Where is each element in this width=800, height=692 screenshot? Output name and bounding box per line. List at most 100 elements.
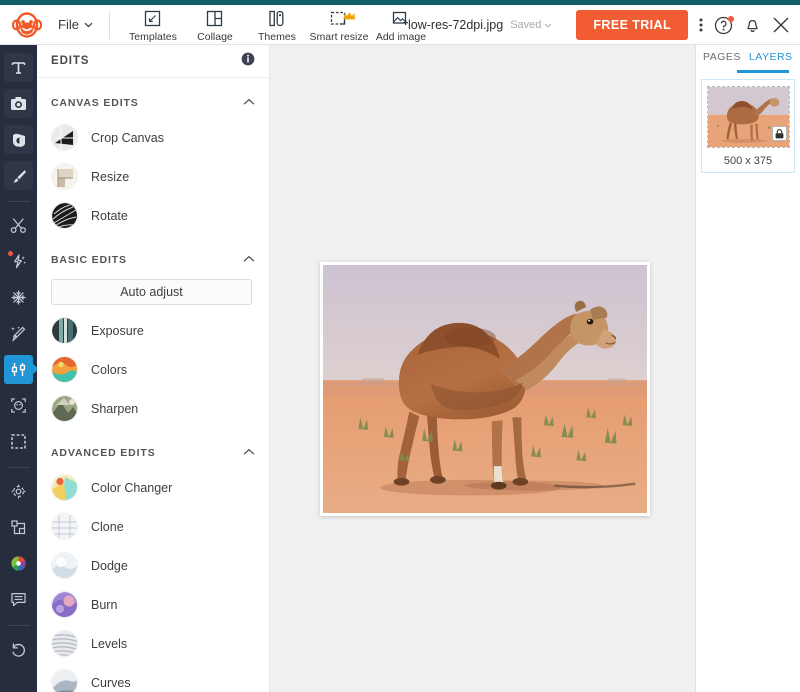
section-title: BASIC EDITS	[51, 254, 127, 266]
document-filename[interactable]: low-res-72dpi.jpg	[408, 18, 503, 32]
rail-item-transform-tool[interactable]	[4, 513, 33, 542]
rail-divider-3	[7, 625, 30, 626]
templates-label: Templates	[129, 31, 177, 43]
save-status-menu[interactable]: Saved	[510, 19, 552, 31]
resize-thumb	[51, 163, 78, 190]
smart-resize-icon	[330, 9, 347, 28]
effects-notification-dot	[8, 251, 13, 256]
undo-icon	[10, 641, 27, 658]
rail-item-photos-tool[interactable]	[4, 89, 33, 118]
top-tool-group: Templates Collage	[124, 7, 430, 43]
color-changer-thumb	[51, 474, 78, 501]
picmonkey-editor-window: File Templates	[0, 0, 800, 692]
left-tool-rail	[0, 45, 37, 692]
comment-icon	[10, 591, 27, 608]
rail-item-frames-tool[interactable]	[4, 427, 33, 456]
sharpen-thumb	[51, 395, 78, 422]
list-item[interactable]: 500 x 375	[701, 79, 795, 173]
edit-item-clone[interactable]: Clone	[37, 507, 269, 546]
layers-panel: PAGES LAYERS ✕	[695, 45, 800, 692]
edit-item-sharpen[interactable]: Sharpen	[37, 389, 269, 428]
rail-item-smart-select-tool[interactable]	[4, 391, 33, 420]
help-notification-dot	[728, 16, 734, 22]
edit-item-label: Exposure	[91, 324, 144, 338]
rail-item-undo-history-tool[interactable]	[4, 635, 33, 664]
edit-item-exposure[interactable]: Exposure	[37, 311, 269, 350]
gear-target-icon	[10, 483, 27, 500]
edits-panel: EDITS CANVAS EDITS	[37, 45, 270, 692]
canvas-frame[interactable]	[320, 262, 650, 516]
edits-panel-scrollbar[interactable]	[264, 79, 269, 691]
collage-icon	[206, 9, 223, 28]
info-icon[interactable]	[241, 52, 255, 71]
color-wheel-icon	[10, 555, 27, 572]
tab-layers[interactable]: LAYERS	[749, 51, 793, 65]
camel-desert-photo[interactable]	[323, 265, 647, 513]
layers-panel-tabs: PAGES LAYERS ✕	[696, 45, 800, 70]
auto-adjust-button[interactable]: Auto adjust	[51, 279, 252, 305]
edit-item-label: Crop Canvas	[91, 131, 164, 145]
section-header-basic-edits[interactable]: BASIC EDITS	[37, 245, 269, 275]
help-icon[interactable]	[714, 16, 733, 35]
section-title: CANVAS EDITS	[51, 97, 139, 109]
edit-item-crop-canvas[interactable]: Crop Canvas	[37, 118, 269, 157]
rail-item-cutout-tool[interactable]	[4, 211, 33, 240]
tab-pages[interactable]: PAGES	[703, 51, 741, 65]
edit-item-burn[interactable]: Burn	[37, 585, 269, 624]
rail-item-draw-tool[interactable]	[4, 161, 33, 190]
camera-icon	[10, 96, 27, 111]
edit-item-resize[interactable]: Resize	[37, 157, 269, 196]
edit-item-levels[interactable]: Levels	[37, 624, 269, 663]
edit-item-dodge[interactable]: Dodge	[37, 546, 269, 585]
rail-item-graphics-tool[interactable]	[4, 125, 33, 154]
section-header-canvas-edits[interactable]: CANVAS EDITS	[37, 88, 269, 118]
rail-item-settings-tool[interactable]	[4, 477, 33, 506]
add-image-icon	[392, 9, 409, 28]
rail-item-textures-tool[interactable]	[4, 283, 33, 312]
edit-item-rotate[interactable]: Rotate	[37, 196, 269, 235]
chevron-up-icon	[243, 447, 255, 459]
camel-layer-thumbnail[interactable]	[707, 86, 790, 148]
free-trial-button[interactable]: FREE TRIAL	[576, 10, 688, 40]
edit-item-label: Curves	[91, 676, 131, 690]
smart-resize-label: Smart resize	[309, 31, 368, 43]
bell-icon[interactable]	[744, 16, 761, 34]
templates-button[interactable]: Templates	[124, 7, 182, 43]
rail-divider	[7, 201, 30, 202]
rail-item-color-wheel-tool[interactable]	[4, 549, 33, 578]
topbar-right-actions: FREE TRIAL	[576, 5, 790, 45]
edit-item-curves[interactable]: Curves	[37, 663, 269, 692]
rail-item-text-tool[interactable]	[4, 53, 33, 82]
smart-resize-button[interactable]: Smart resize	[310, 7, 368, 43]
top-toolbar: File Templates	[0, 5, 800, 45]
pro-crown-icon	[343, 8, 356, 26]
rail-item-touchup-tool[interactable]	[4, 319, 33, 348]
file-menu-button[interactable]: File	[58, 17, 93, 32]
rail-divider-2	[7, 467, 30, 468]
section-title: ADVANCED EDITS	[51, 447, 155, 459]
transform-icon	[10, 519, 27, 536]
kebab-menu-icon[interactable]	[699, 17, 703, 33]
collage-button[interactable]: Collage	[186, 7, 244, 43]
edits-panel-header: EDITS	[37, 45, 269, 78]
chevron-down-icon	[84, 22, 93, 28]
edit-item-colors[interactable]: Colors	[37, 350, 269, 389]
canvas-stage[interactable]	[270, 45, 695, 692]
picmonkey-monkey-logo[interactable]	[10, 10, 44, 40]
chevron-down-icon	[544, 23, 552, 28]
edit-item-color-changer[interactable]: Color Changer	[37, 468, 269, 507]
lock-icon[interactable]	[772, 126, 787, 141]
magic-wand-sparkle-icon	[10, 253, 27, 270]
section-header-advanced-edits[interactable]: ADVANCED EDITS	[37, 438, 269, 468]
file-menu-label: File	[58, 17, 79, 32]
close-icon[interactable]	[772, 16, 790, 34]
page-title: EDITS	[51, 55, 89, 67]
rail-item-effects-tool[interactable]	[4, 247, 33, 276]
rail-item-comments-tool[interactable]	[4, 585, 33, 614]
levels-thumb	[51, 630, 78, 657]
toolbar-divider	[109, 11, 110, 39]
rail-item-edits-tool[interactable]	[4, 355, 33, 384]
edit-item-label: Burn	[91, 598, 117, 612]
templates-icon	[144, 9, 161, 28]
themes-button[interactable]: Themes	[248, 7, 306, 43]
